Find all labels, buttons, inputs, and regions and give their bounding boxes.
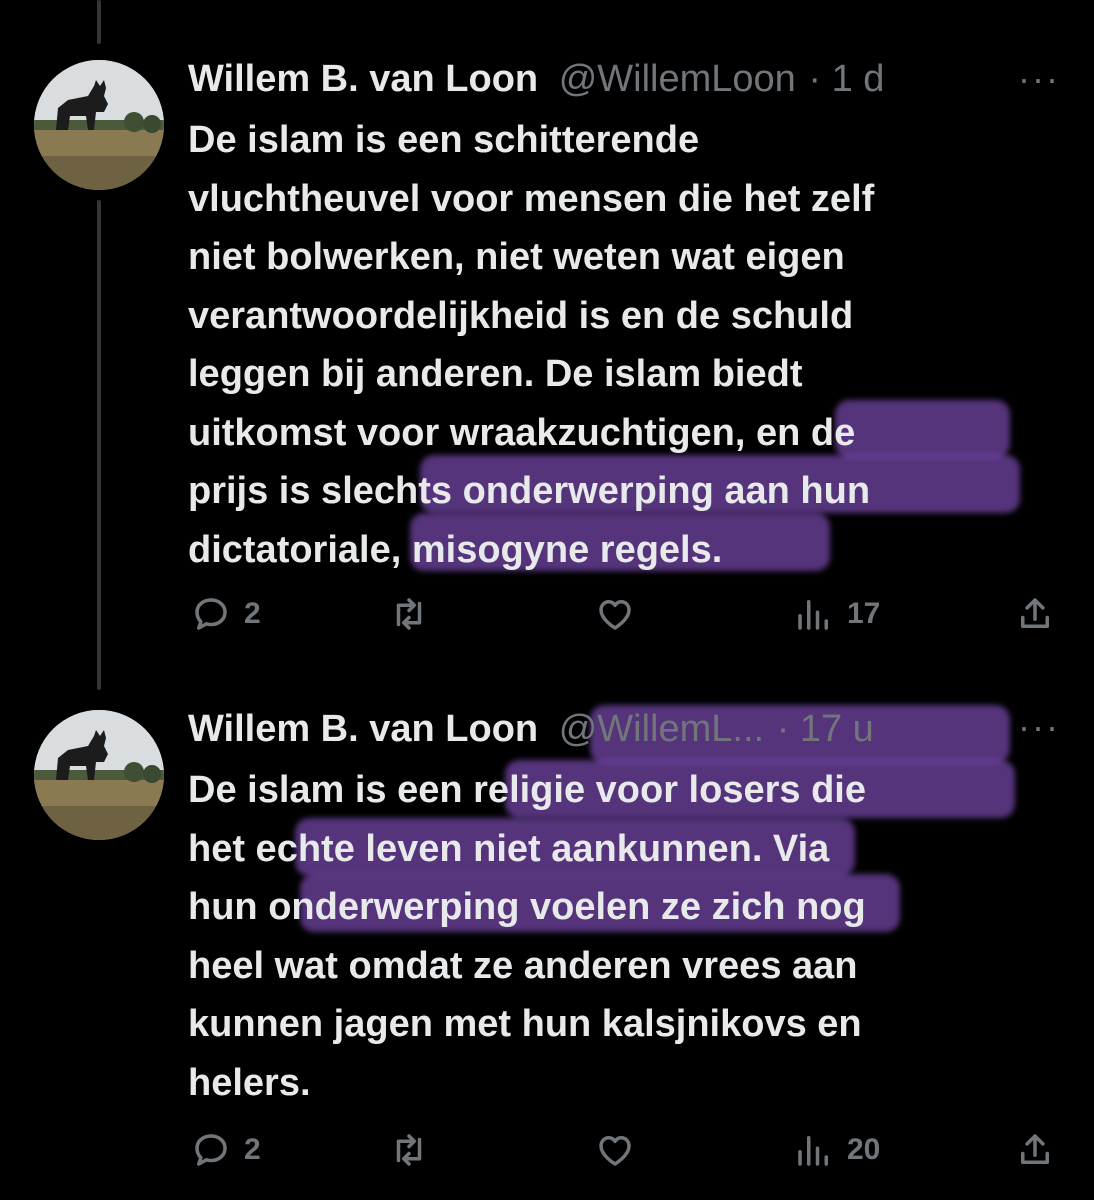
avatar[interactable]	[34, 710, 164, 840]
tweet-text-line: uitkomst voor wraakzuchtigen, en de	[188, 411, 856, 454]
tweet-text-line: heel wat omdat ze anderen vrees aan	[188, 944, 858, 987]
separator-dot: ·	[776, 708, 790, 750]
tweet-text-line: kunnen jagen met hun kalsjnikovs en	[188, 1003, 862, 1045]
views-button[interactable]: 20	[793, 1120, 880, 1180]
tweet-text-line: niet bolwerken, niet weten wat eigen	[188, 236, 845, 278]
reply-icon	[195, 598, 227, 630]
repost-icon	[396, 598, 422, 630]
views-icon	[798, 1136, 828, 1166]
tweet-header: Willem B. van Loon @WillemLoon · 1 d	[188, 54, 884, 104]
tweet-text-line: het echte leven niet aankunnen. Via	[188, 827, 830, 870]
repost-icon	[396, 1134, 422, 1166]
author-handle[interactable]: @WillemL...	[559, 708, 764, 750]
tweet-text: De islam is een schitterende vluchtheuve…	[188, 111, 1068, 579]
bull-sign-avatar-icon	[34, 710, 164, 840]
bull-sign-avatar-icon	[34, 60, 164, 190]
reply-count: 2	[244, 1133, 261, 1166]
share-button[interactable]	[1014, 584, 1056, 644]
author-handle[interactable]: @WillemLoon	[559, 58, 796, 100]
views-count: 20	[847, 1133, 881, 1166]
more-options-button[interactable]: ···	[1018, 58, 1060, 100]
share-button[interactable]	[1014, 1120, 1056, 1180]
like-button[interactable]	[594, 1120, 636, 1180]
tweet-text-line: hun onderwerping voelen ze zich nog	[188, 886, 866, 928]
like-icon	[599, 1136, 631, 1166]
reply-button[interactable]: 2	[190, 1120, 261, 1180]
share-icon	[1021, 1134, 1049, 1164]
thread-line-top	[97, 0, 101, 44]
tweet-text-line: De islam is een religie voor losers die	[188, 769, 866, 811]
tweet-text-line: verantwoordelijkheid is en de schuld	[188, 294, 854, 337]
timestamp[interactable]: 1 d	[832, 58, 885, 100]
views-count: 17	[847, 597, 881, 630]
reply-icon	[195, 1134, 227, 1166]
tweet-actions: 2 20	[0, 1120, 1094, 1180]
reply-count: 2	[244, 597, 261, 630]
like-button[interactable]	[594, 584, 636, 644]
tweet-text-line: De islam is een schitterende	[188, 119, 700, 161]
share-icon	[1021, 598, 1049, 628]
views-button[interactable]: 17	[793, 584, 880, 644]
repost-button[interactable]	[388, 584, 430, 644]
reply-button[interactable]: 2	[190, 584, 261, 644]
author-name[interactable]: Willem B. van Loon	[188, 58, 538, 100]
repost-button[interactable]	[388, 1120, 430, 1180]
tweet-text-line: vluchtheuvel voor mensen die het zelf	[188, 177, 875, 220]
tweet-text-line: helers.	[188, 1061, 311, 1104]
views-icon	[798, 600, 828, 630]
avatar[interactable]	[34, 60, 164, 190]
tweet-actions: 2 17	[0, 584, 1094, 644]
more-options-button[interactable]: ···	[1018, 706, 1060, 748]
tweet-text: De islam is een religie voor losers die …	[188, 761, 1068, 1112]
separator-dot: ·	[808, 58, 822, 100]
tweet-text-line: prijs is slechts onderwerping aan hun	[188, 470, 871, 512]
tweet-text-line: leggen bij anderen. De islam biedt	[188, 353, 803, 395]
tweet-header: Willem B. van Loon @WillemL... · 17 u	[188, 704, 874, 754]
timestamp[interactable]: 17 u	[800, 708, 874, 750]
like-icon	[599, 600, 631, 630]
author-name[interactable]: Willem B. van Loon	[188, 708, 538, 750]
tweet-text-line: dictatoriale, misogyne regels.	[188, 528, 723, 571]
